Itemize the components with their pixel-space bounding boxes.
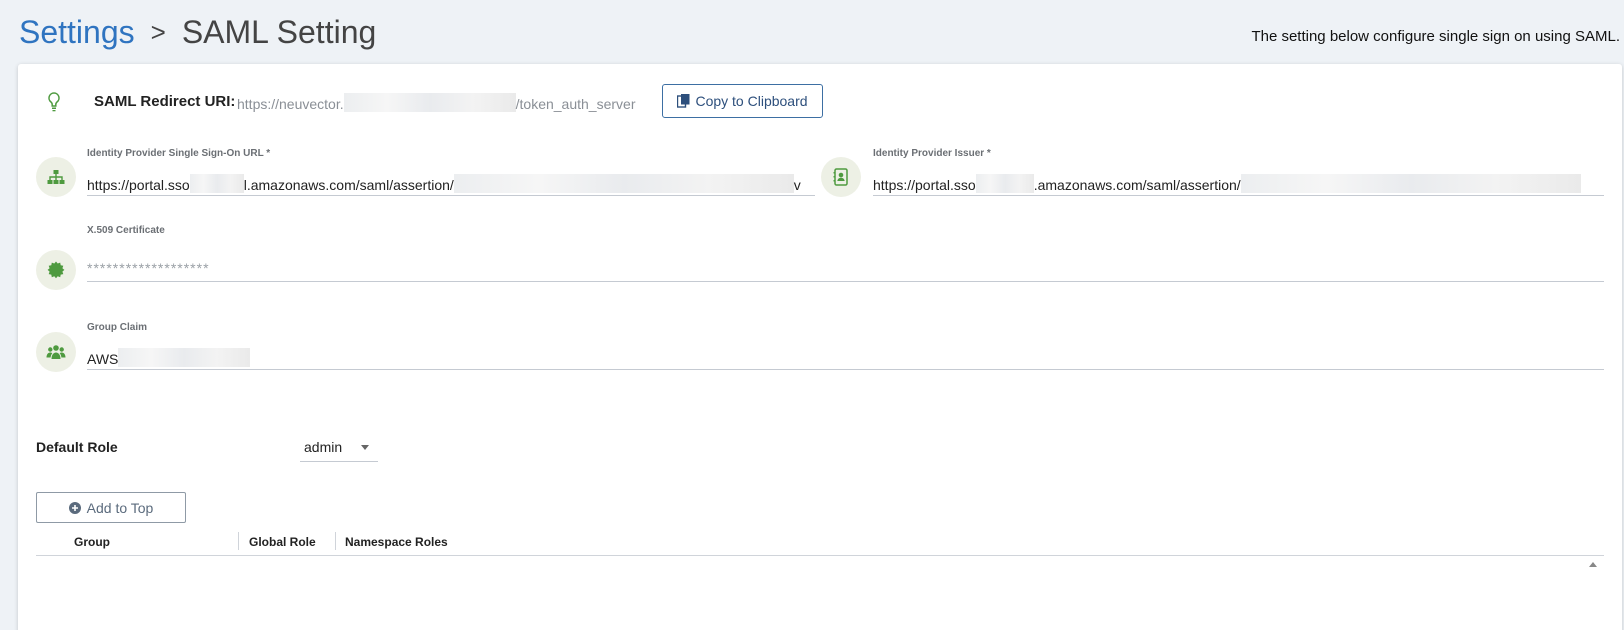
users-icon bbox=[36, 332, 76, 372]
column-divider[interactable] bbox=[335, 532, 336, 550]
lightbulb-icon bbox=[48, 92, 60, 112]
add-to-top-button[interactable]: Add to Top bbox=[36, 492, 186, 523]
page-title: SAML Setting bbox=[181, 14, 377, 50]
certificate-input[interactable]: ******************* bbox=[87, 260, 1604, 276]
sso-url-input[interactable]: https://portal.sso l.amazonaws.com/saml/a… bbox=[87, 174, 815, 193]
scroll-up-arrow[interactable] bbox=[1583, 557, 1604, 573]
group-claim-label: Group Claim bbox=[87, 322, 148, 333]
plus-circle-icon bbox=[68, 501, 81, 514]
page-header: Settings > SAML Setting The setting below … bbox=[0, 0, 1624, 62]
column-header-global-role[interactable]: Global Role bbox=[249, 535, 316, 549]
group-claim-underline bbox=[87, 369, 1604, 370]
redirect-uri-value: https://neuvector./token_auth_server bbox=[237, 93, 635, 112]
redacted-region bbox=[453, 174, 794, 193]
default-role-value: admin bbox=[304, 439, 343, 455]
redirect-uri-row: SAML Redirect URI: https://neuvector./to… bbox=[18, 84, 918, 120]
breadcrumb-settings-link[interactable]: Settings bbox=[19, 14, 135, 50]
redirect-uri-label: SAML Redirect URI: bbox=[94, 93, 236, 110]
issuer-underline bbox=[873, 195, 1604, 196]
sso-url-label: Identity Provider Single Sign-On URL * bbox=[87, 148, 271, 159]
caret-down-icon bbox=[361, 445, 369, 450]
default-role-select[interactable]: admin bbox=[300, 430, 378, 462]
copy-to-clipboard-button[interactable]: Copy to Clipboard bbox=[662, 84, 823, 118]
saml-settings-card: SAML Redirect URI: https://neuvector./to… bbox=[18, 64, 1622, 630]
group-claim-input[interactable]: AWS bbox=[87, 348, 1604, 367]
group-mapping-table-header: Group Global Role Namespace Roles bbox=[36, 528, 1604, 556]
redacted-region bbox=[975, 174, 1034, 193]
clipboard-icon bbox=[677, 94, 690, 108]
column-divider[interactable] bbox=[238, 532, 239, 550]
default-role-label: Default Role bbox=[36, 439, 118, 455]
redacted-region bbox=[118, 348, 251, 367]
certificate-icon bbox=[36, 250, 76, 290]
copy-button-label: Copy to Clipboard bbox=[695, 93, 808, 109]
breadcrumb-separator: > bbox=[150, 17, 166, 47]
address-book-icon bbox=[821, 157, 861, 197]
certificate-underline bbox=[87, 281, 1604, 282]
redacted-region bbox=[189, 174, 244, 193]
breadcrumb: Settings > SAML Setting bbox=[19, 12, 376, 52]
page-description: The setting below configure single sign … bbox=[1251, 28, 1620, 45]
redacted-region bbox=[1240, 174, 1581, 193]
column-header-namespace-roles[interactable]: Namespace Roles bbox=[345, 535, 448, 549]
redacted-region bbox=[343, 93, 516, 112]
certificate-label: X.509 Certificate bbox=[87, 225, 165, 236]
sitemap-icon bbox=[36, 157, 76, 197]
add-button-label: Add to Top bbox=[86, 499, 154, 516]
issuer-input[interactable]: https://portal.sso .amazonaws.com/saml/as… bbox=[873, 174, 1604, 193]
sso-url-underline bbox=[87, 195, 815, 196]
issuer-label: Identity Provider Issuer * bbox=[873, 148, 991, 159]
caret-up-icon bbox=[1589, 562, 1597, 567]
column-header-group[interactable]: Group bbox=[74, 535, 110, 549]
